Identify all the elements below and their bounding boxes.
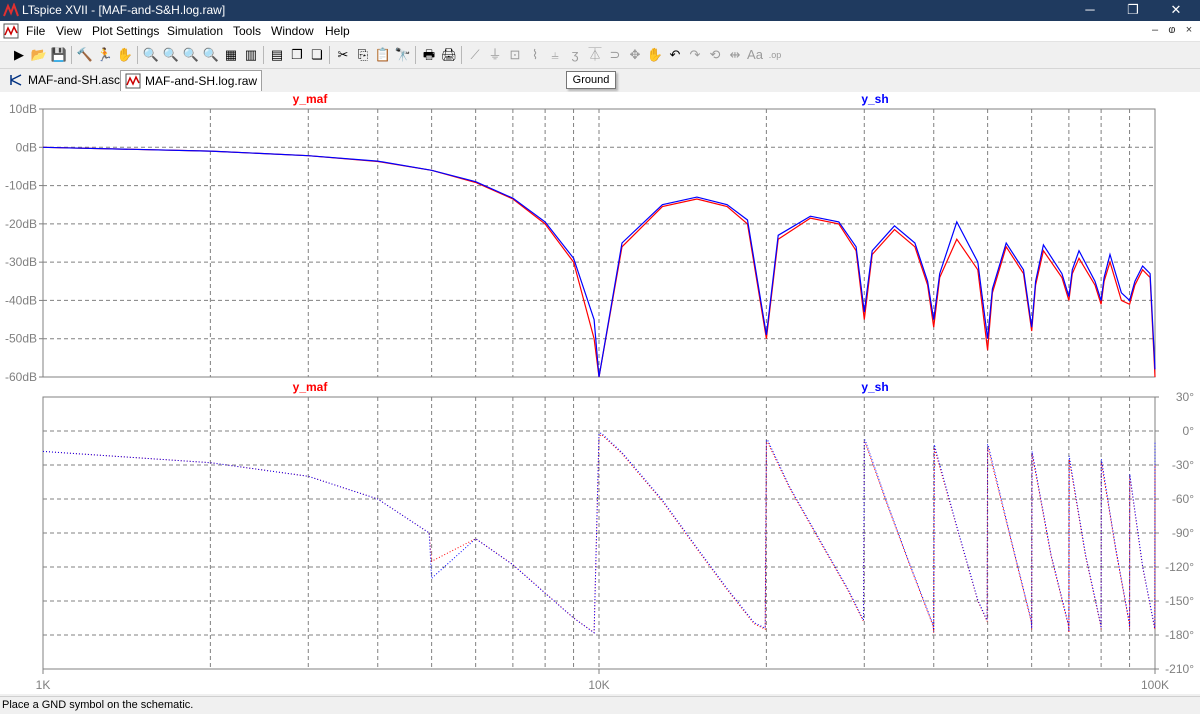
redo-icon[interactable]: ↷ bbox=[686, 46, 704, 64]
toolbar: ▶ 📂 💾 🔨 🏃 ✋ 🔍 🔍 🔍 🔍 ▦ ▥ ▤ ❐ ❏ ✂ ⎘ 📋 🔭 🖶 🖨 ⟋ ⏚ ⊡ ⌇ ⫨ ʒ ⏄ ⊃ ✥ ✋ ↶ ↷ ⟲ ⇹ Aa .op bbox=[0, 42, 1200, 69]
print-icon[interactable]: 🖨 bbox=[440, 46, 458, 64]
diode-icon[interactable]: ⏄ bbox=[586, 46, 604, 64]
y-tick-label: -30° bbox=[1172, 458, 1194, 472]
x-tick-label: 10K bbox=[588, 678, 609, 692]
toolbar-separator bbox=[415, 46, 416, 64]
x-tick-label: 100K bbox=[1141, 678, 1169, 692]
tab-waveform[interactable]: MAF-and-SH.log.raw bbox=[120, 70, 263, 91]
spice-directive-icon[interactable]: .op bbox=[766, 46, 784, 64]
mdi-minimize-button[interactable]: – bbox=[1147, 24, 1163, 36]
window-minimize-button[interactable]: ─ bbox=[1070, 0, 1110, 21]
menu-view[interactable]: View bbox=[56, 24, 82, 38]
open-icon[interactable]: 📂 bbox=[30, 46, 48, 64]
menu-file[interactable]: File bbox=[26, 24, 45, 38]
window-restore-button[interactable]: ❐ bbox=[1113, 0, 1153, 21]
copy-icon[interactable]: ⎘ bbox=[354, 46, 372, 64]
find-icon[interactable]: 🔭 bbox=[394, 46, 412, 64]
rotate-icon[interactable]: ⟲ bbox=[706, 46, 724, 64]
series-label-y_maf: y_maf bbox=[293, 380, 329, 394]
toolbar-separator bbox=[137, 46, 138, 64]
toolbar-separator bbox=[263, 46, 264, 64]
mdi-restore-button[interactable]: ⱷ bbox=[1164, 24, 1180, 36]
y-tick-label: -150° bbox=[1165, 594, 1194, 608]
y-tick-label: -90° bbox=[1172, 526, 1194, 540]
print-setup-icon[interactable]: 🖶 bbox=[420, 46, 438, 64]
x-tick-label: 1K bbox=[36, 678, 51, 692]
move-icon[interactable]: ✥ bbox=[626, 46, 644, 64]
menu-window[interactable]: Window bbox=[271, 24, 314, 38]
y-tick-label: 0° bbox=[1183, 424, 1195, 438]
inductor-icon[interactable]: ʒ bbox=[566, 46, 584, 64]
zoom-fit-icon[interactable]: 🔍 bbox=[202, 46, 220, 64]
ltspice-logo-icon bbox=[3, 3, 19, 18]
y-tick-label: -210° bbox=[1165, 662, 1194, 676]
series-label-y_sh: y_sh bbox=[861, 92, 888, 106]
control-panel-icon[interactable]: 🔨 bbox=[76, 46, 94, 64]
waveform-document-icon[interactable] bbox=[3, 23, 19, 39]
mdi-close-button[interactable]: × bbox=[1181, 24, 1197, 36]
paste-icon[interactable]: 📋 bbox=[374, 46, 392, 64]
y-tick-label: 10dB bbox=[9, 102, 37, 116]
tile-vertical-icon[interactable]: ❏ bbox=[308, 46, 326, 64]
schematic-icon bbox=[10, 74, 22, 86]
label-icon[interactable]: ⊡ bbox=[506, 46, 524, 64]
tab-label: MAF-and-SH.asc bbox=[28, 73, 121, 87]
mirror-icon[interactable]: ⇹ bbox=[726, 46, 744, 64]
new-schematic-icon[interactable]: ▶ bbox=[10, 46, 28, 64]
y-tick-label: 0dB bbox=[16, 140, 37, 154]
waveform-viewer[interactable]: 10dB 0dB -10dB -20dB -30dB -40dB -50dB -60dB y_m… bbox=[0, 92, 1200, 694]
waveform-icon bbox=[125, 73, 141, 89]
y-tick-label: -40dB bbox=[5, 293, 37, 307]
cut-icon[interactable]: ✂ bbox=[334, 46, 352, 64]
tile-horizontal-icon[interactable]: ▤ bbox=[268, 46, 286, 64]
text-icon[interactable]: Aa bbox=[746, 46, 764, 64]
resistor-icon[interactable]: ⌇ bbox=[526, 46, 544, 64]
menu-help[interactable]: Help bbox=[325, 24, 350, 38]
mark-unref-icon[interactable]: ▥ bbox=[242, 46, 260, 64]
tab-label: MAF-and-SH.log.raw bbox=[145, 74, 258, 88]
series-label-y_sh: y_sh bbox=[861, 380, 888, 394]
ground-icon[interactable]: ⏚ bbox=[486, 46, 504, 64]
capacitor-icon[interactable]: ⫨ bbox=[546, 46, 564, 64]
zoom-back-icon[interactable]: 🔍 bbox=[162, 46, 180, 64]
y-tick-label: -180° bbox=[1165, 628, 1194, 642]
y-tick-label: -30dB bbox=[5, 255, 37, 269]
ground-tooltip: Ground bbox=[566, 71, 616, 89]
y-tick-label: -60° bbox=[1172, 492, 1194, 506]
y-tick-label: -10dB bbox=[5, 179, 37, 193]
y-tick-label: -60dB bbox=[5, 370, 37, 384]
title-bar: LTspice XVII - [MAF-and-S&H.log.raw] ─ ❐… bbox=[0, 0, 1200, 21]
drag-icon[interactable]: ✋ bbox=[646, 46, 664, 64]
wire-icon[interactable]: ⟋ bbox=[466, 46, 484, 64]
save-icon[interactable]: 💾 bbox=[50, 46, 68, 64]
toolbar-separator bbox=[461, 46, 462, 64]
undo-icon[interactable]: ↶ bbox=[666, 46, 684, 64]
menu-bar: File View Plot Settings Simulation Tools… bbox=[0, 21, 1200, 42]
zoom-area-icon[interactable]: 🔍 bbox=[142, 46, 160, 64]
y-tick-label: -20dB bbox=[5, 217, 37, 231]
toolbar-separator bbox=[71, 46, 72, 64]
autorange-icon[interactable]: ▦ bbox=[222, 46, 240, 64]
document-tabs: MAF-and-SH.asc MAF-and-SH.log.raw bbox=[0, 68, 560, 92]
y-tick-label: 30° bbox=[1176, 390, 1194, 404]
menu-plot-settings[interactable]: Plot Settings bbox=[92, 24, 159, 38]
y-tick-label: -50dB bbox=[5, 332, 37, 346]
menu-simulation[interactable]: Simulation bbox=[167, 24, 223, 38]
run-icon[interactable]: 🏃 bbox=[96, 46, 114, 64]
window-close-button[interactable]: ✕ bbox=[1156, 0, 1196, 21]
y-tick-label: -120° bbox=[1165, 560, 1194, 574]
series-label-y_maf: y_maf bbox=[293, 92, 329, 106]
plot-canvas[interactable]: 10dB 0dB -10dB -20dB -30dB -40dB -50dB -60dB y_m… bbox=[0, 92, 1200, 694]
toolbar-separator bbox=[329, 46, 330, 64]
menu-tools[interactable]: Tools bbox=[233, 24, 261, 38]
window-title: LTspice XVII - [MAF-and-S&H.log.raw] bbox=[22, 3, 226, 17]
status-bar: Place a GND symbol on the schematic. bbox=[0, 696, 1200, 714]
halt-icon[interactable]: ✋ bbox=[116, 46, 134, 64]
cascade-icon[interactable]: ❐ bbox=[288, 46, 306, 64]
zoom-out-icon[interactable]: 🔍 bbox=[182, 46, 200, 64]
component-icon[interactable]: ⊃ bbox=[606, 46, 624, 64]
tab-schematic[interactable]: MAF-and-SH.asc bbox=[4, 70, 124, 90]
